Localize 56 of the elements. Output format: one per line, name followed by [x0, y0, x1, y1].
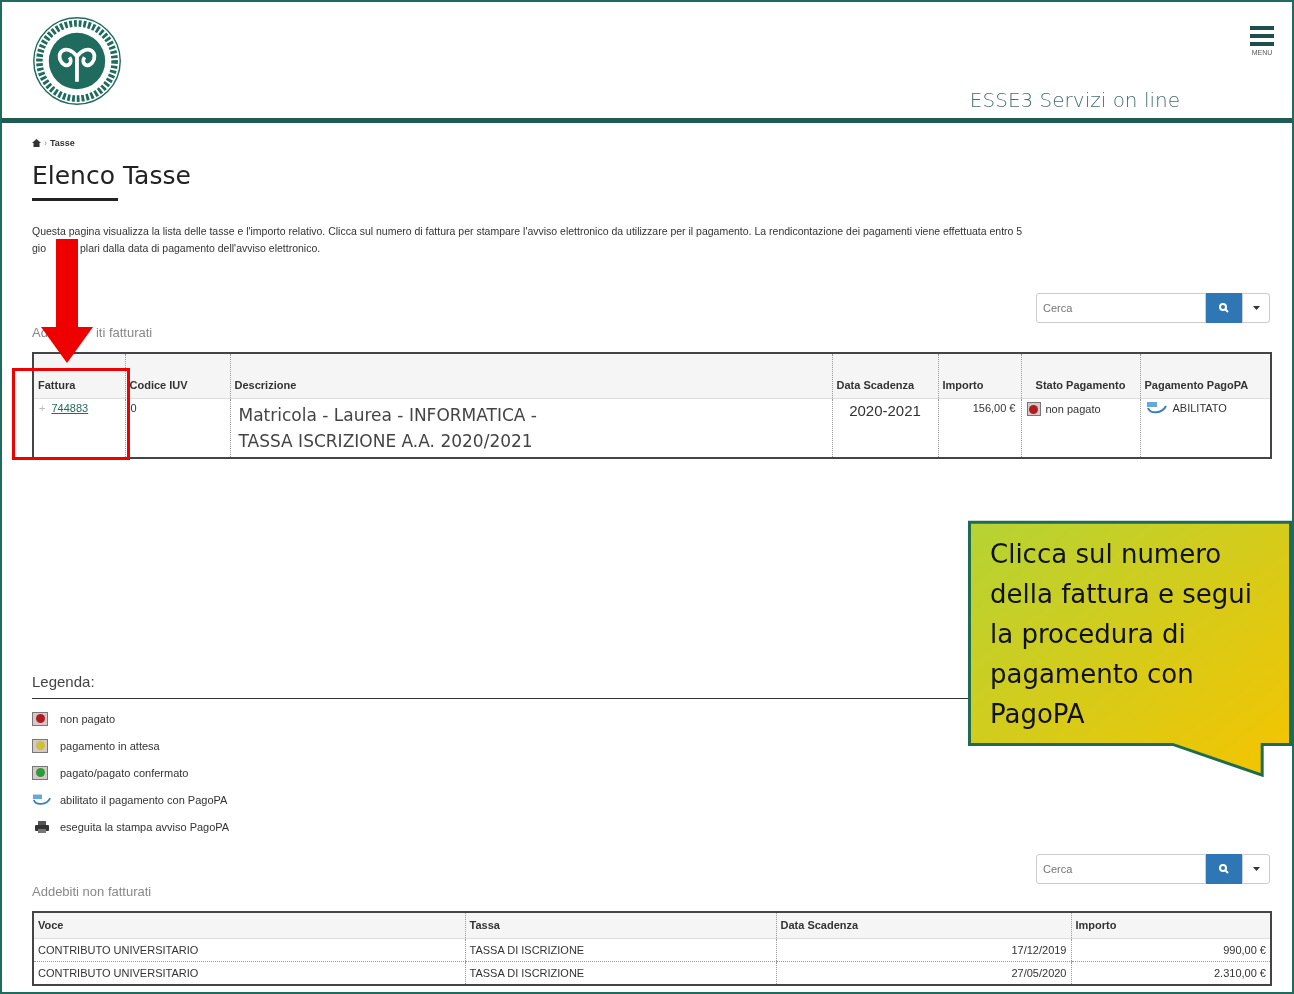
table-cell-text: TASSA ISCRIZIONE A.A. 2020/2021: [238, 430, 533, 453]
search-field[interactable]: Cerca: [1036, 854, 1206, 884]
printer-icon: [32, 820, 52, 833]
column-header: Importo: [1071, 912, 1271, 939]
hand-card-icon: [1145, 402, 1168, 414]
legend-title: Legenda:: [32, 673, 95, 690]
invoice-link[interactable]: 744883: [51, 402, 89, 414]
table-cell: 27/05/2020: [1011, 967, 1067, 979]
intro-text-fragment: plari dalla data di pagamento dell'avviso elettronico.: [80, 241, 321, 256]
table-cell: 17/12/2019: [1011, 944, 1067, 956]
callout-bubble: Clicca sul numero della fattura e segui la procedura di pagamento con PagoPA: [968, 520, 1292, 778]
column-header: Importo: [938, 353, 1021, 399]
caret-icon: [1252, 867, 1260, 871]
menu-icon: [1250, 26, 1274, 46]
search-icon: [1219, 864, 1229, 874]
table-cell: TASSA DI ISCRIZIONE: [469, 944, 585, 956]
breadcrumb-current: Tasse: [50, 138, 75, 148]
site-title: ESSE3 Servizi on line: [969, 88, 1180, 112]
table-cell: non pagato: [1045, 403, 1101, 415]
column-header: Data Scadenza: [832, 353, 938, 399]
section-label-fragment: iti fatturati: [95, 325, 153, 340]
search-icon: [1219, 303, 1229, 313]
home-icon[interactable]: [32, 139, 41, 147]
search-field[interactable]: Cerca: [1036, 293, 1206, 323]
page-title: Elenco Tasse: [32, 161, 191, 190]
column-header: Tassa: [465, 912, 776, 939]
intro-text: Questa pagina visualizza la lista delle tasse e l'importo relativo. Clicca sul numero di fattura per stampare l'avviso elettronico da utilizzare per il pagamento. La rendicontazione dei pagamenti viene effettuata entro 5: [32, 224, 1024, 239]
hand-card-icon: [32, 793, 52, 806]
table-cell: CONTRIBUTO UNIVERSITARIO: [38, 967, 199, 979]
search-button[interactable]: [1206, 854, 1242, 884]
table-cell: ABILITATO: [1172, 402, 1227, 414]
column-header: Fattura: [33, 353, 125, 399]
column-header: Codice IUV: [125, 353, 230, 399]
column-header: Pagamento PagoPA: [1140, 353, 1271, 399]
table-cell: 0: [130, 402, 137, 414]
table-cell: 990,00 €: [1223, 944, 1266, 956]
legend-label: pagato/pagato confermato: [60, 766, 189, 779]
column-header: Descrizione: [230, 353, 832, 399]
table-cell: 156,00 €: [972, 402, 1016, 414]
legend-label: eseguita la stampa avviso PagoPA: [60, 820, 230, 833]
breadcrumb-separator: ›: [44, 138, 47, 148]
column-header: Voce: [33, 912, 465, 939]
search-button[interactable]: [1206, 293, 1242, 323]
table-cell: TASSA DI ISCRIZIONE: [469, 967, 585, 979]
table-cell: 2.310,00 €: [1214, 967, 1266, 979]
column-header: Stato Pagamento: [1021, 353, 1140, 399]
section-label: Addebiti non fatturati: [32, 884, 153, 899]
legend-label: abilitato il pagamento con PagoPA: [60, 793, 228, 806]
intro-text-fragment: gio: [32, 241, 46, 256]
legend-label: non pagato: [60, 712, 116, 725]
legend-label: pagamento in attesa: [60, 739, 160, 752]
caret-icon: [1252, 306, 1260, 310]
table-cell: 2020-2021: [849, 402, 921, 419]
table-cell: CONTRIBUTO UNIVERSITARIO: [38, 944, 199, 956]
column-header: Data Scadenza: [776, 912, 1071, 939]
table-cell-text: Matricola - Laurea - INFORMATICA -: [238, 404, 537, 427]
